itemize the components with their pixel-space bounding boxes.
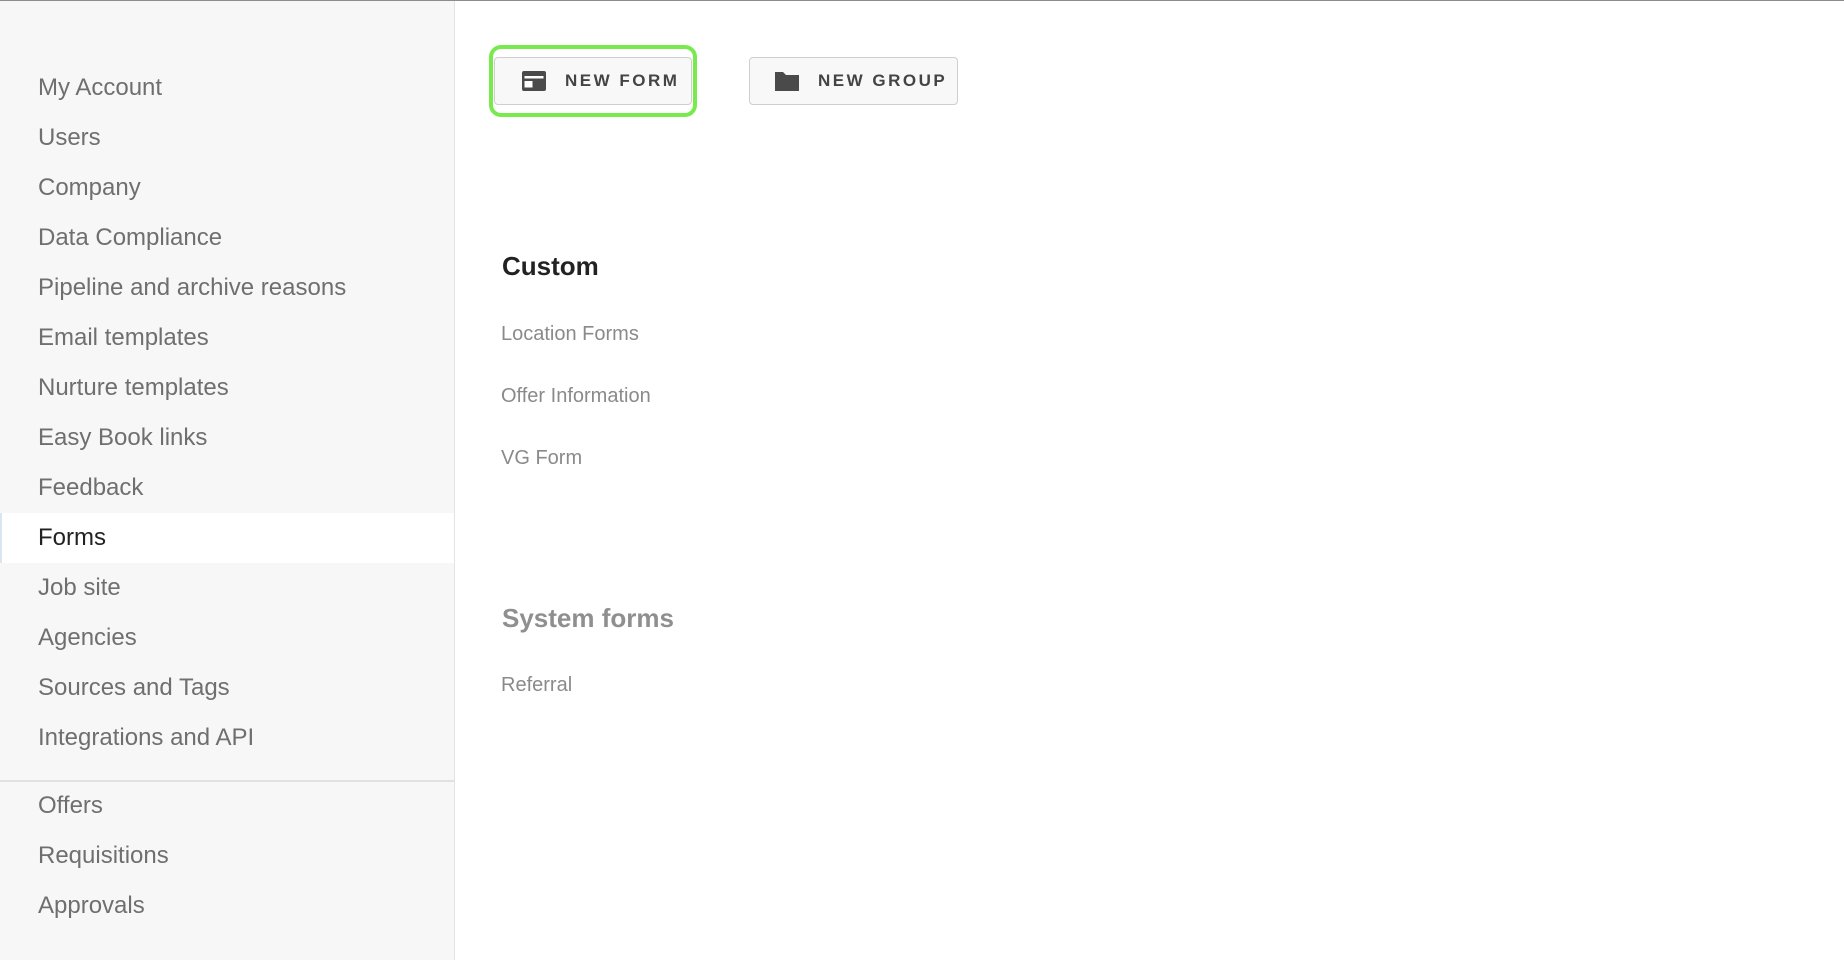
form-link-vg-form[interactable]: VG Form xyxy=(501,447,582,470)
form-link-referral[interactable]: Referral xyxy=(501,674,572,697)
sidebar-item-forms[interactable]: Forms xyxy=(0,513,454,563)
app-window: My Account Users Company Data Compliance… xyxy=(0,0,1844,960)
sidebar-item-agencies[interactable]: Agencies xyxy=(0,613,454,663)
forms-main-panel: NEW FORM NEW GROUP Custom Location Forms… xyxy=(456,1,1844,960)
custom-section-title: Custom xyxy=(502,251,599,281)
sidebar-item-integrations-and-api[interactable]: Integrations and API xyxy=(0,713,454,763)
sidebar-item-nurture-templates[interactable]: Nurture templates xyxy=(0,363,454,413)
form-link-offer-information[interactable]: Offer Information xyxy=(501,385,651,408)
settings-sidebar: My Account Users Company Data Compliance… xyxy=(0,1,455,960)
sidebar-item-users[interactable]: Users xyxy=(0,113,454,163)
sidebar-item-easy-book-links[interactable]: Easy Book links xyxy=(0,413,454,463)
form-link-location-forms[interactable]: Location Forms xyxy=(501,323,639,346)
new-form-label: NEW FORM xyxy=(565,71,680,90)
sidebar-item-sources-and-tags[interactable]: Sources and Tags xyxy=(0,663,454,713)
sidebar-item-requisitions[interactable]: Requisitions xyxy=(0,831,454,881)
sidebar-item-email-templates[interactable]: Email templates xyxy=(0,313,454,363)
sidebar-item-data-compliance[interactable]: Data Compliance xyxy=(0,213,454,263)
sidebar-primary-nav: My Account Users Company Data Compliance… xyxy=(0,63,454,763)
new-group-button[interactable]: NEW GROUP xyxy=(749,57,958,105)
form-card-icon xyxy=(521,68,547,94)
folder-icon xyxy=(774,68,800,94)
sidebar-item-feedback[interactable]: Feedback xyxy=(0,463,454,513)
sidebar-secondary-nav: Offers Requisitions Approvals xyxy=(0,781,454,931)
sidebar-item-approvals[interactable]: Approvals xyxy=(0,881,454,931)
new-group-label: NEW GROUP xyxy=(818,71,948,90)
new-form-button[interactable]: NEW FORM xyxy=(494,57,692,105)
sidebar-item-pipeline-archive-reasons[interactable]: Pipeline and archive reasons xyxy=(0,263,454,313)
sidebar-item-company[interactable]: Company xyxy=(0,163,454,213)
system-forms-section-title: System forms xyxy=(502,603,674,633)
sidebar-item-job-site[interactable]: Job site xyxy=(0,563,454,613)
sidebar-item-offers[interactable]: Offers xyxy=(0,781,454,831)
sidebar-item-my-account[interactable]: My Account xyxy=(0,63,454,113)
